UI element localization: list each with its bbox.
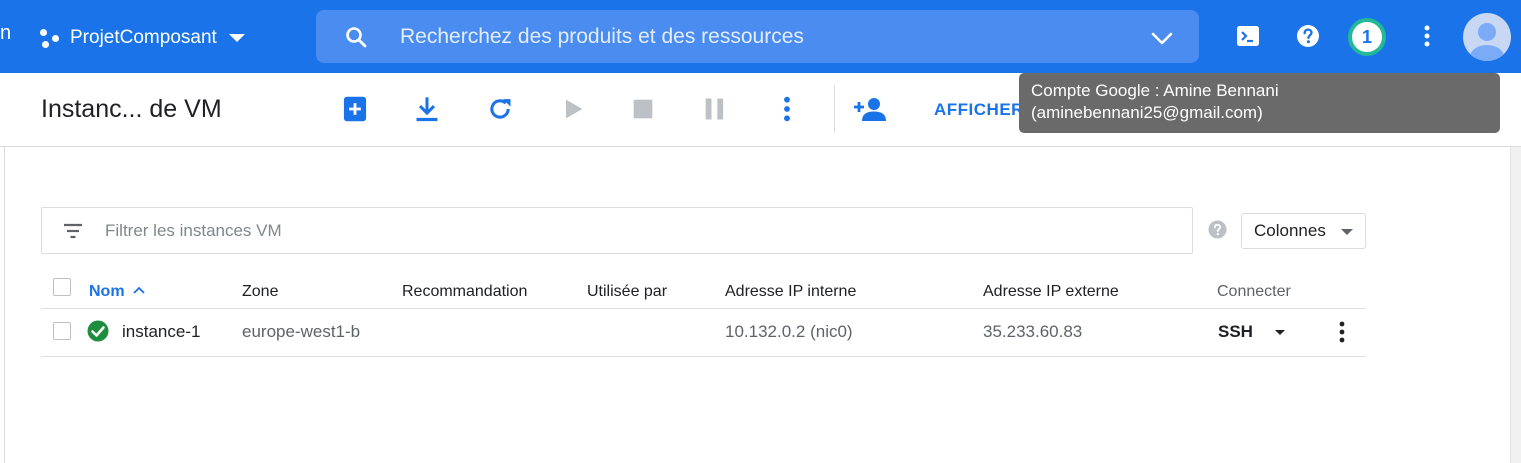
search-input[interactable] <box>400 10 1120 63</box>
suspend-icon <box>705 98 724 120</box>
project-name: ProjetComposant <box>70 27 217 48</box>
truncated-product-name[interactable]: n <box>0 22 11 45</box>
chevron-down-icon[interactable] <box>1150 26 1174 50</box>
instance-internal-ip: 10.132.0.2 (nic0) <box>725 322 853 341</box>
ssh-button[interactable]: SSH <box>1218 322 1253 342</box>
column-header-internal-ip[interactable]: Adresse IP interne <box>725 283 856 301</box>
more-vert-icon[interactable] <box>1415 24 1439 48</box>
tooltip-account-email: (aminebennani25@gmail.com) <box>1031 103 1263 122</box>
column-header-name[interactable]: Nom <box>89 283 125 301</box>
account-tooltip: Compte Google : Amine Bennani (aminebenn… <box>1019 73 1500 133</box>
column-header-recommendation[interactable]: Recommandation <box>402 283 527 301</box>
more-vert-icon[interactable] <box>1330 320 1354 344</box>
more-vert-icon[interactable] <box>773 95 801 123</box>
create-instance-icon[interactable] <box>341 95 369 123</box>
show-info-panel-button[interactable]: AFFICHER <box>934 100 1024 120</box>
sort-ascending-icon[interactable] <box>131 283 147 297</box>
person-icon <box>1470 23 1504 61</box>
start-icon <box>566 99 583 119</box>
import-icon[interactable] <box>413 95 441 123</box>
search-icon <box>346 27 367 48</box>
instance-external-ip: 35.233.60.83 <box>983 322 1083 341</box>
column-header-external-ip[interactable]: Adresse IP externe <box>983 283 1119 301</box>
project-icon <box>38 26 62 50</box>
scrollbar[interactable] <box>1510 147 1521 463</box>
caret-down-icon <box>1341 229 1353 235</box>
column-header-zone[interactable]: Zone <box>242 283 278 301</box>
filter-bar[interactable] <box>41 207 1193 254</box>
select-all-checkbox[interactable] <box>53 278 71 296</box>
row-divider <box>41 356 1366 357</box>
toolbar-divider <box>834 85 835 133</box>
status-ok-icon <box>87 320 109 342</box>
column-header-connect: Connecter <box>1217 283 1291 300</box>
top-bar: n ProjetComposant 1 <box>0 0 1521 73</box>
column-header-used-by[interactable]: Utilisée par <box>587 283 667 301</box>
tooltip-account-name: Compte Google : Amine Bennani <box>1031 81 1279 100</box>
instance-name-link[interactable]: instance-1 <box>122 322 200 342</box>
notifications-badge[interactable]: 1 <box>1348 18 1386 56</box>
project-selector[interactable]: ProjetComposant <box>38 22 245 54</box>
page-title: Instanc... de VM <box>41 95 222 123</box>
add-member-icon[interactable] <box>852 95 888 123</box>
account-avatar[interactable] <box>1463 13 1511 61</box>
help-icon[interactable] <box>1208 220 1227 239</box>
stop-icon <box>633 99 653 119</box>
cloud-shell-icon[interactable] <box>1236 24 1260 48</box>
ssh-options-caret-icon[interactable] <box>1275 330 1285 335</box>
row-checkbox[interactable] <box>53 322 71 340</box>
instance-zone: europe-west1-b <box>242 322 361 341</box>
header-divider <box>41 308 1366 309</box>
refresh-icon[interactable] <box>486 95 514 123</box>
search-bar[interactable] <box>316 10 1199 63</box>
columns-label: Colonnes <box>1254 221 1326 240</box>
filter-icon <box>64 223 82 239</box>
columns-dropdown[interactable]: Colonnes <box>1241 213 1366 249</box>
help-icon[interactable] <box>1296 24 1320 48</box>
chevron-down-icon <box>228 34 245 42</box>
filter-input[interactable] <box>105 208 1185 253</box>
